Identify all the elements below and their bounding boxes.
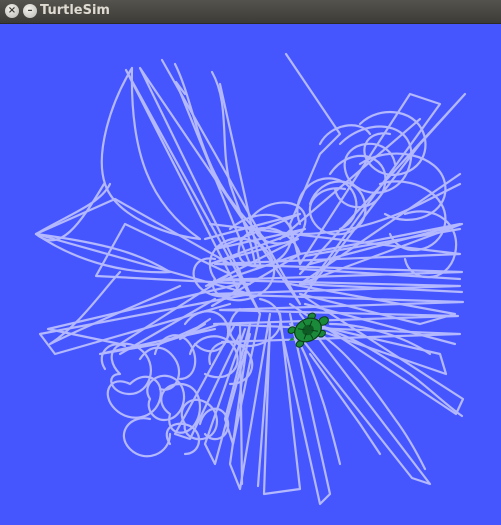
- turtle-canvas[interactable]: [0, 24, 501, 525]
- pen-trails: [34, 52, 467, 506]
- close-icon: ×: [7, 5, 17, 16]
- window-title: TurtleSim: [40, 3, 110, 18]
- turtlesim-window: × – TurtleSim: [0, 0, 501, 525]
- drawing-surface: [34, 52, 467, 506]
- minimize-button[interactable]: –: [23, 4, 37, 18]
- minimize-icon: –: [27, 5, 33, 16]
- close-button[interactable]: ×: [5, 4, 19, 18]
- title-bar[interactable]: × – TurtleSim: [0, 0, 501, 24]
